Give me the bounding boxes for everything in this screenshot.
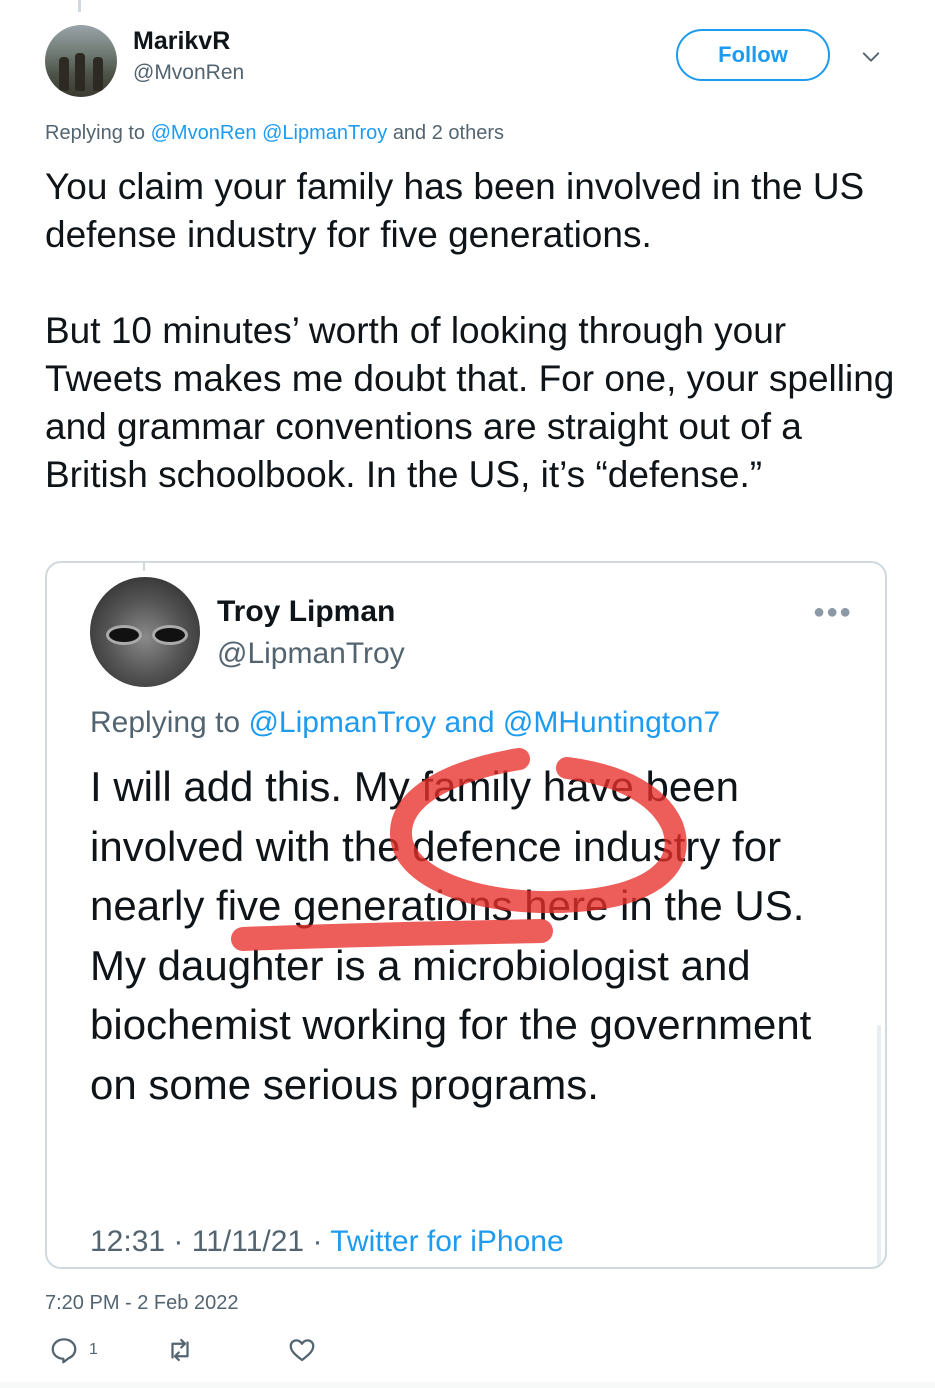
author-handle[interactable]: @MvonRen <box>133 61 244 85</box>
quoted-author-avatar <box>90 577 200 687</box>
avatar-eye <box>106 625 142 645</box>
quoted-display-name: Troy Lipman <box>217 595 396 628</box>
author-avatar[interactable] <box>45 25 117 97</box>
mention-link[interactable]: @MvonRen <box>151 122 257 144</box>
reply-button[interactable]: 1 <box>49 1335 98 1365</box>
quoted-tweet-text: I will add this. My family have been inv… <box>90 763 812 1108</box>
avatar-figure <box>93 57 103 91</box>
quoted-handle: @LipmanTroy <box>217 637 405 670</box>
replying-others[interactable]: and 2 others <box>393 122 504 144</box>
tweet-paragraph: But 10 minutes’ worth of looking through… <box>45 310 895 495</box>
scroll-indicator <box>877 1025 881 1265</box>
thread-connector <box>78 0 81 12</box>
tweet-paragraph: You claim your family has been involved … <box>45 166 865 255</box>
quoted-replying-to: Replying to @LipmanTroy and @MHuntington… <box>90 706 720 740</box>
replying-to: Replying to @MvonRen @LipmanTroy and 2 o… <box>45 122 504 145</box>
retweet-button[interactable] <box>165 1335 205 1365</box>
quoted-date: 11/11/21 <box>191 1225 305 1258</box>
author-display-name[interactable]: MarikvR <box>133 27 230 56</box>
like-button[interactable] <box>287 1335 327 1365</box>
tweet-timestamp[interactable]: 7:20 PM - 2 Feb 2022 <box>45 1292 238 1315</box>
quoted-source: Twitter for iPhone <box>330 1225 564 1258</box>
heart-icon <box>289 1339 315 1362</box>
reply-icon <box>51 1338 77 1364</box>
follow-button[interactable]: Follow <box>676 29 830 81</box>
reply-count: 1 <box>89 1341 98 1358</box>
separator: · <box>173 1225 184 1258</box>
quoted-mention: @MHuntington7 <box>502 706 721 739</box>
avatar-eye <box>152 625 188 645</box>
quoted-replying-prefix: Replying to <box>90 706 241 739</box>
quoted-time: 12:31 <box>90 1225 166 1258</box>
tweet-text: You claim your family has been involved … <box>45 163 905 499</box>
more-options-icon: ●●● <box>813 601 853 623</box>
quoted-timestamp: 12:31 · 11/11/21 · Twitter for iPhone <box>90 1225 564 1259</box>
retweet-icon <box>171 1338 189 1362</box>
quoted-tweet-card[interactable]: Troy Lipman @LipmanTroy ●●● Replying to … <box>45 561 887 1269</box>
quoted-mention: @LipmanTroy <box>248 706 437 739</box>
quote-thread-connector <box>143 563 145 571</box>
quoted-mention-joiner: and <box>444 706 495 739</box>
separator: · <box>312 1225 323 1258</box>
avatar-figure <box>75 53 85 91</box>
mention-link[interactable]: @LipmanTroy <box>262 122 387 144</box>
bottom-edge <box>0 1382 935 1388</box>
replying-prefix: Replying to <box>45 122 146 144</box>
avatar-figure <box>59 57 69 91</box>
chevron-down-icon[interactable] <box>860 46 882 68</box>
